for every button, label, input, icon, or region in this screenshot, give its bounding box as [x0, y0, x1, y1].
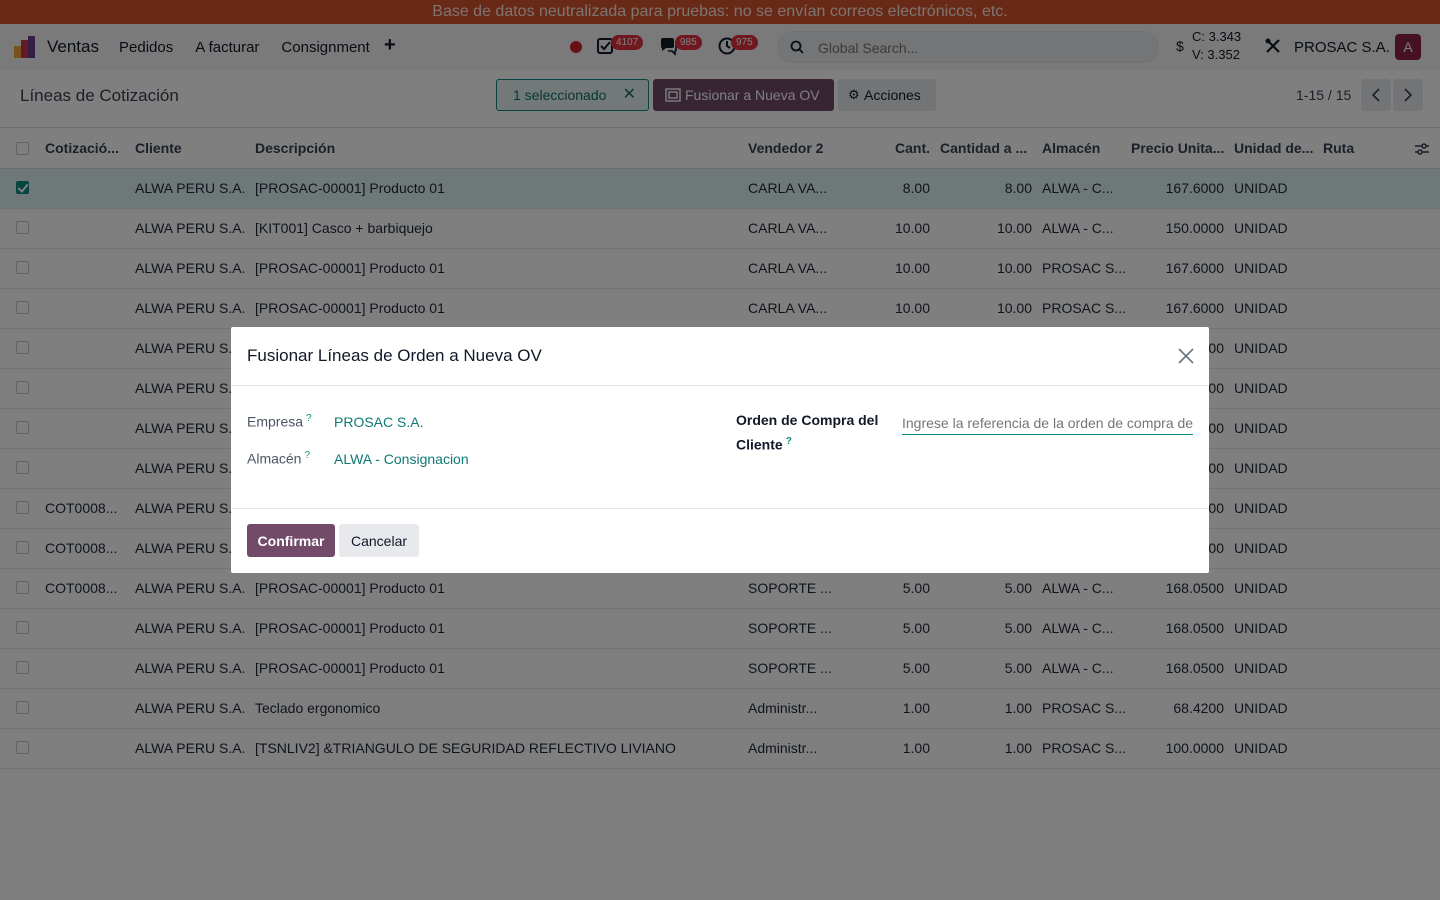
company-value[interactable]: PROSAC S.A. [334, 414, 423, 430]
warehouse-label: Almacén? [247, 450, 311, 467]
dialog-header-divider [231, 385, 1209, 386]
warehouse-value[interactable]: ALWA - Consignacion [334, 451, 469, 467]
company-label: Empresa? [247, 413, 312, 430]
close-icon[interactable] [1177, 347, 1195, 365]
company-help-icon[interactable]: ? [306, 413, 312, 424]
confirm-button[interactable]: Confirmar [247, 524, 335, 557]
dialog-title: Fusionar Líneas de Orden a Nueva OV [247, 346, 542, 365]
customer-po-help-icon[interactable]: ? [786, 436, 792, 447]
cancel-button[interactable]: Cancelar [339, 524, 419, 557]
customer-po-label: Orden de Compra del Cliente? [736, 412, 879, 453]
customer-po-input[interactable] [902, 411, 1193, 435]
merge-dialog: Fusionar Líneas de Orden a Nueva OV Empr… [231, 327, 1209, 573]
warehouse-help-icon[interactable]: ? [304, 450, 310, 461]
dialog-footer-divider [231, 508, 1209, 509]
